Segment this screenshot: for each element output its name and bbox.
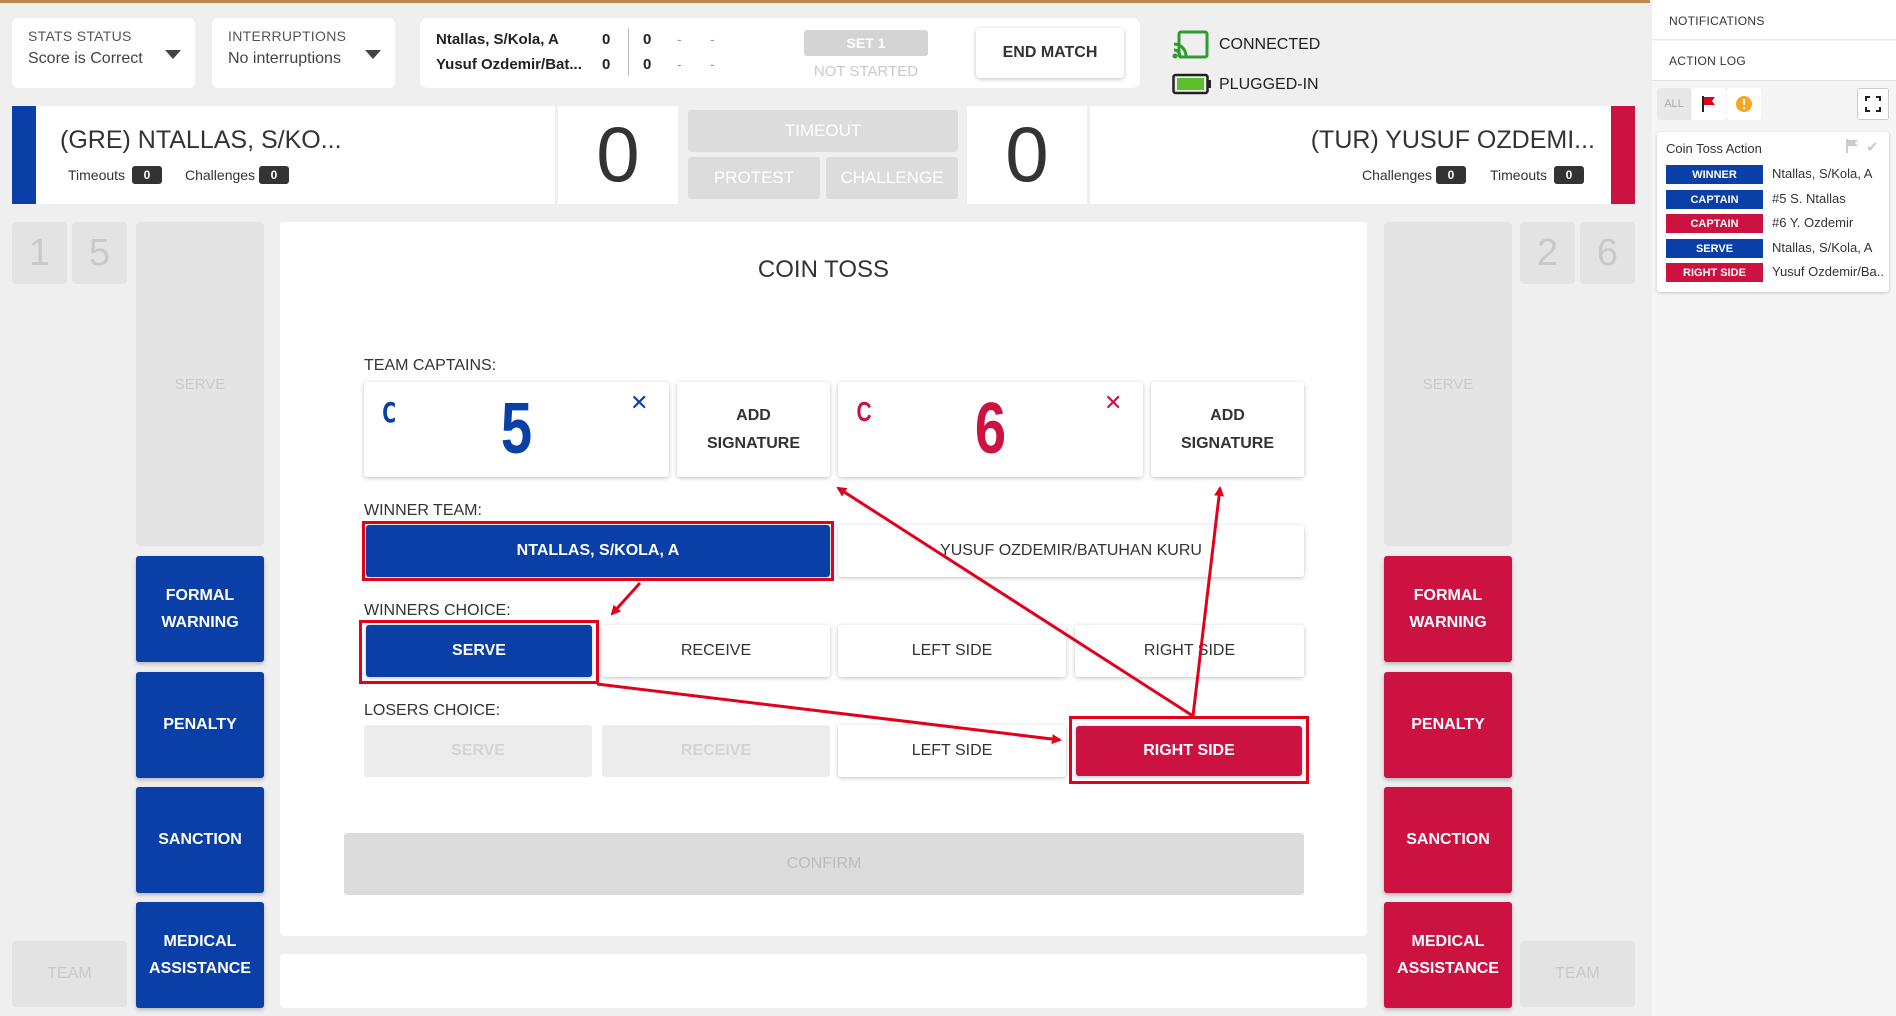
action-tag: RIGHT SIDE <box>1666 263 1763 282</box>
action-value: #6 Y. Ozdemir <box>1772 215 1854 230</box>
action-value: Ntallas, S/Kola, A <box>1772 240 1873 255</box>
action-value: Yusuf Ozdemir/Ba... <box>1772 264 1884 279</box>
action-log-tab[interactable]: ACTION LOG <box>1652 41 1896 81</box>
notifications-label: NOTIFICATIONS <box>1669 14 1765 28</box>
warning-icon <box>1736 96 1752 112</box>
filter-flag-button[interactable] <box>1692 88 1726 120</box>
action-tag: SERVE <box>1666 239 1763 258</box>
flag-icon <box>1702 96 1715 112</box>
filter-all-button[interactable]: ALL <box>1657 88 1691 120</box>
action-log-label: ACTION LOG <box>1669 54 1747 68</box>
notifications-tab[interactable]: NOTIFICATIONS <box>1652 0 1896 40</box>
right-sidebar: NOTIFICATIONS ACTION LOG ALL Coin Toss A… <box>1652 0 1896 1016</box>
action-value: Ntallas, S/Kola, A <box>1772 166 1873 181</box>
check-icon[interactable]: ✔ <box>1866 138 1882 156</box>
action-tag: WINNER <box>1666 165 1763 184</box>
action-value: #5 S. Ntallas <box>1772 191 1846 206</box>
flag-icon[interactable] <box>1844 138 1860 154</box>
action-tag: CAPTAIN <box>1666 190 1763 209</box>
annotation-arrows <box>596 486 1225 745</box>
fullscreen-icon <box>1865 96 1881 112</box>
fullscreen-button[interactable] <box>1857 88 1889 120</box>
filter-warning-button[interactable] <box>1727 88 1761 120</box>
action-card-title: Coin Toss Action <box>1666 141 1762 156</box>
action-tag: CAPTAIN <box>1666 214 1763 233</box>
coin-toss-action-card: Coin Toss Action ✔ WINNER Ntallas, S/Kol… <box>1657 132 1889 292</box>
